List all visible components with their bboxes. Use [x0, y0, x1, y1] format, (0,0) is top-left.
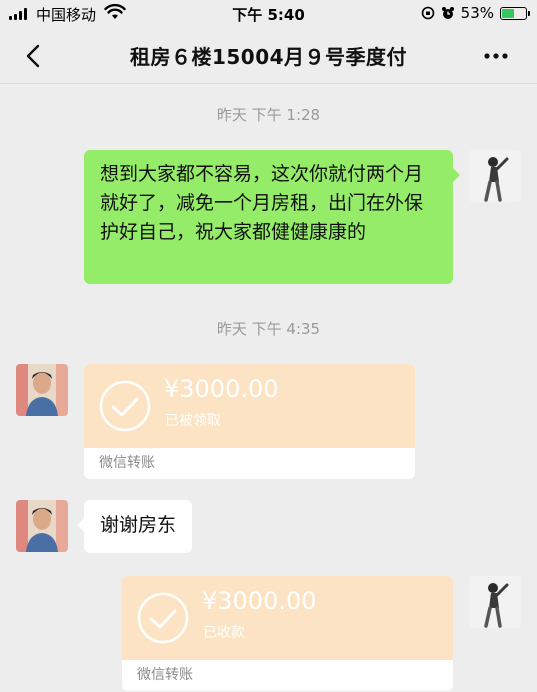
- incoming-transfer-card[interactable]: ¥3000.00 已被领取 微信转账: [84, 364, 415, 479]
- transfer-status: 已收款: [203, 625, 245, 641]
- battery-icon: [500, 6, 530, 20]
- more-options-icon[interactable]: [483, 46, 509, 66]
- outgoing-transfer-card[interactable]: ¥3000.00 已收款 微信转账: [122, 576, 453, 691]
- transfer-amount: ¥3000.00: [164, 375, 279, 403]
- transfer-label: 微信转账: [137, 667, 193, 683]
- checkmark-circle-icon: [99, 380, 151, 432]
- landlord-avatar[interactable]: [16, 364, 68, 416]
- my-avatar[interactable]: [469, 150, 521, 202]
- transfer-amount: ¥3000.00: [202, 587, 317, 615]
- chat-header: 租房６楼15004月９号季度付: [0, 28, 537, 84]
- landlord-avatar[interactable]: [16, 500, 68, 552]
- message-text: 想到大家都不容易，这次你就付两个月就好了，减免一个月房租，出门在外保护好自己，祝…: [100, 163, 424, 243]
- checkmark-circle-icon: [137, 592, 189, 644]
- incoming-text-message[interactable]: 谢谢房东: [76, 500, 193, 553]
- message-timestamp: 昨天 下午 4:35: [216, 320, 321, 338]
- status-bar: 中国移动 下午 5:40 53%: [0, 0, 537, 28]
- chat-title: 租房６楼15004月９号季度付: [129, 45, 408, 69]
- battery-percent: 53%: [460, 4, 494, 22]
- transfer-status: 已被领取: [165, 413, 221, 429]
- my-avatar[interactable]: [469, 576, 521, 628]
- orientation-lock-icon: [421, 6, 434, 20]
- message-text: 谢谢房东: [100, 514, 177, 536]
- transfer-label: 微信转账: [99, 455, 155, 471]
- alarm-icon: [441, 7, 454, 19]
- message-timestamp: 昨天 下午 1:28: [216, 106, 321, 124]
- outgoing-text-message[interactable]: 想到大家都不容易，这次你就付两个月就好了，减免一个月房租，出门在外保护好自己，祝…: [84, 150, 460, 284]
